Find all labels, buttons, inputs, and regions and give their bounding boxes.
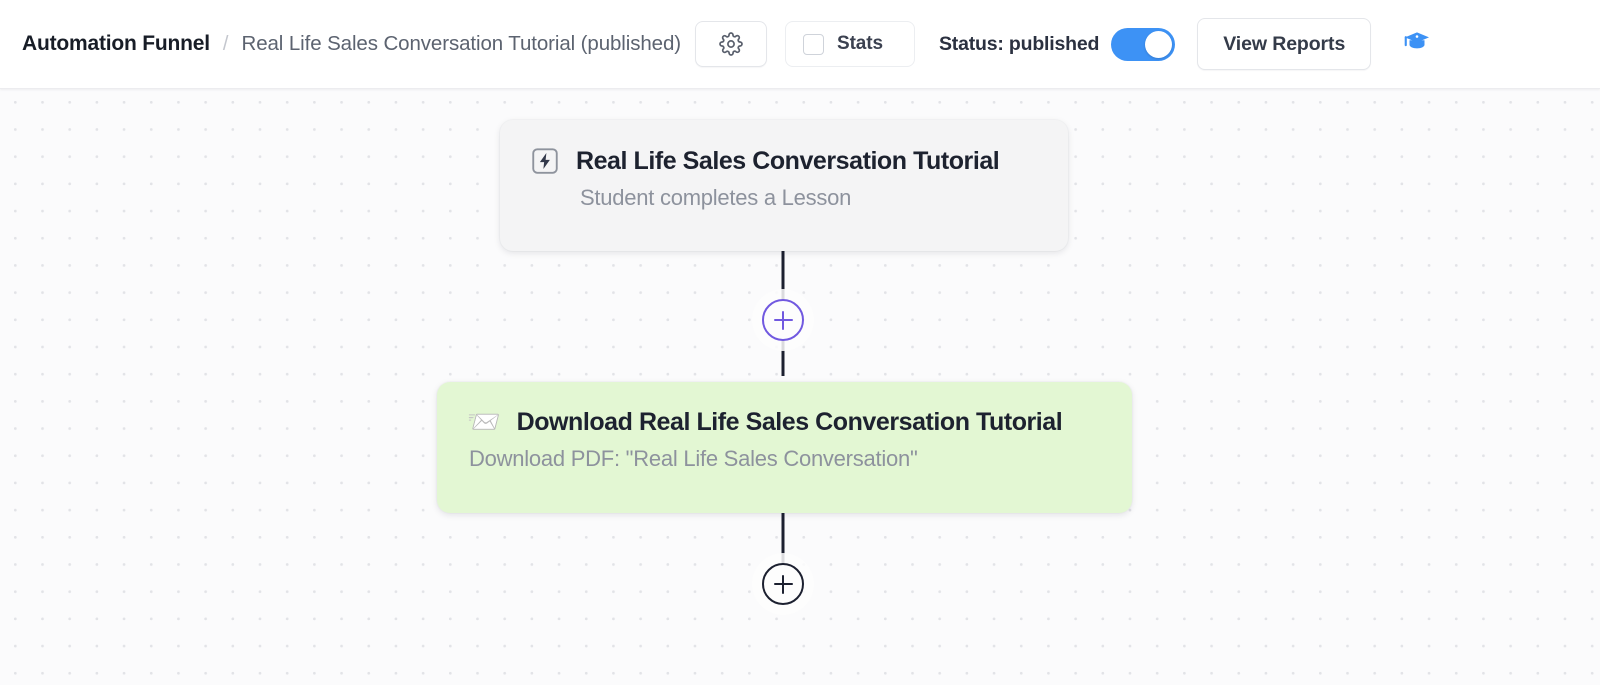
stats-toggle-button[interactable]: Stats [785,21,915,67]
flow-graph: Real Life Sales Conversation Tutorial St… [0,89,1600,685]
view-reports-button[interactable]: View Reports [1197,18,1372,70]
trigger-node-header: Real Life Sales Conversation Tutorial [530,146,1038,176]
stats-label: Stats [837,33,883,54]
header-actions: Stats Status: published View Reports [689,18,1443,70]
add-step-button-2[interactable] [762,563,804,605]
breadcrumb: Automation Funnel / Real Life Sales Conv… [22,32,681,56]
trigger-node-title: Real Life Sales Conversation Tutorial [576,146,1000,175]
plus-icon [773,574,793,594]
incoming-envelope-icon: 📨 [467,409,501,436]
graduation-cap-icon [1402,27,1432,62]
stats-checkbox[interactable] [803,33,824,55]
breadcrumb-separator: / [222,33,229,55]
status-toggle-switch[interactable] [1111,27,1176,61]
help-academy-button[interactable] [1391,18,1443,70]
action-node-title: Download Real Life Sales Conversation Tu… [516,408,1063,436]
breadcrumb-root[interactable]: Automation Funnel [22,32,210,56]
action-node[interactable]: 📨 Download Real Life Sales Conversation … [437,382,1132,513]
toggle-knob [1145,30,1173,58]
gear-icon [719,32,743,56]
status-control: Status: published [939,27,1176,61]
view-reports-label: View Reports [1223,32,1346,55]
lightning-bolt-icon [530,146,560,176]
action-node-header: 📨 Download Real Life Sales Conversation … [467,408,1102,437]
trigger-node-subtitle: Student completes a Lesson [580,185,852,210]
incoming-envelope-glyph: 📨 [467,407,501,437]
flow-canvas[interactable]: Real Life Sales Conversation Tutorial St… [0,89,1600,685]
action-node-subtitle: Download PDF: "Real Life Sales Conversat… [469,446,918,471]
add-step-button-1[interactable] [762,299,804,341]
app-header: Automation Funnel / Real Life Sales Conv… [0,0,1600,89]
automation-funnel-app: Automation Funnel / Real Life Sales Conv… [0,0,1600,685]
status-label: Status: published [939,32,1100,55]
breadcrumb-current[interactable]: Real Life Sales Conversation Tutorial (p… [241,32,681,56]
plus-icon [773,310,793,330]
settings-button[interactable] [695,21,767,67]
trigger-node[interactable]: Real Life Sales Conversation Tutorial St… [500,120,1068,251]
